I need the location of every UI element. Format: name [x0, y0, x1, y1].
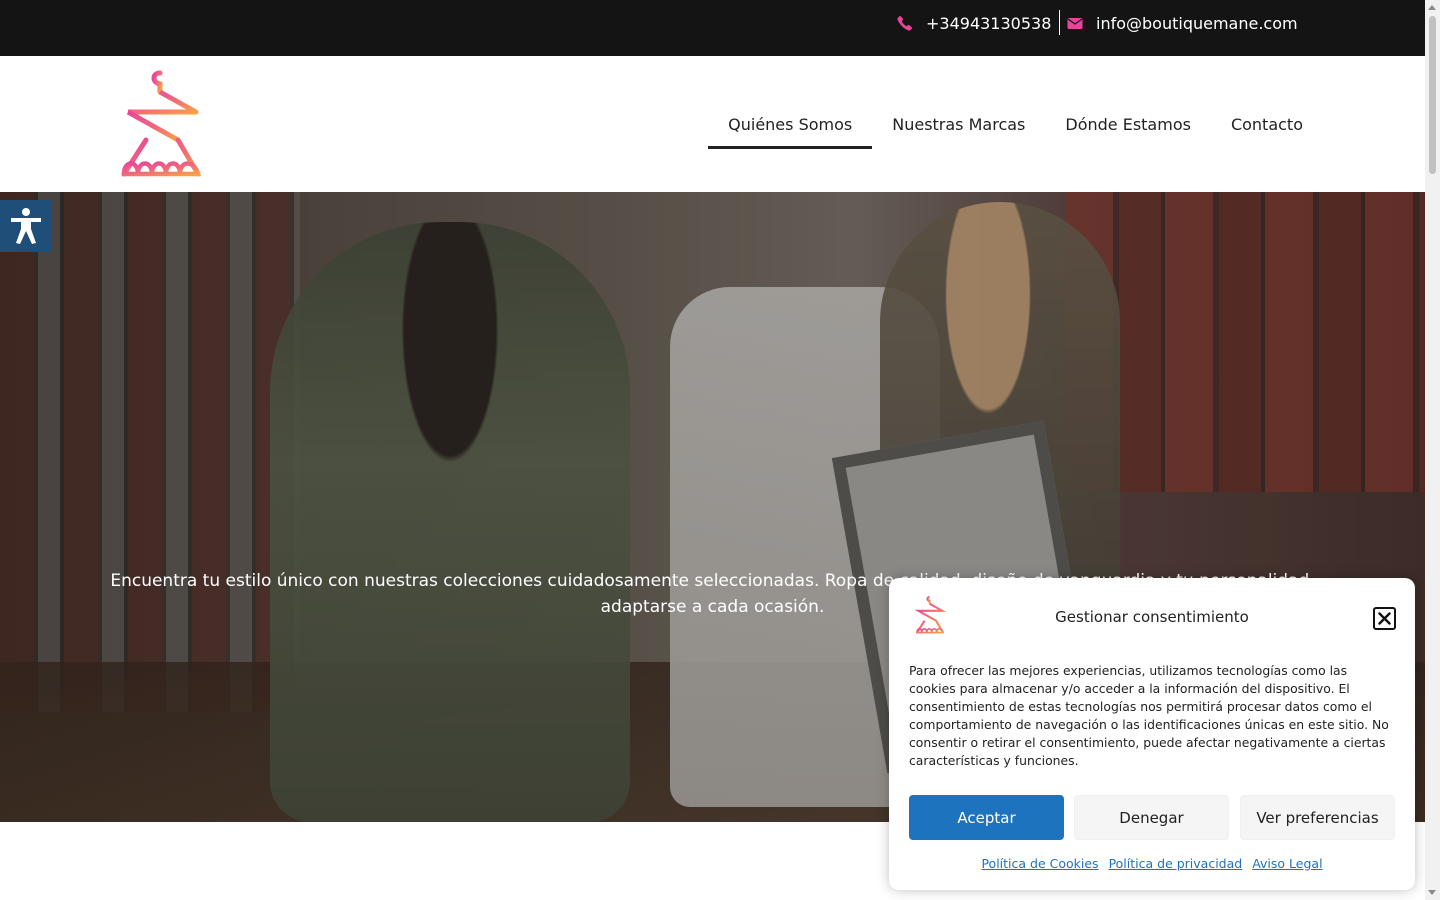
deny-button[interactable]: Denegar: [1074, 795, 1229, 840]
nav-nuestras-marcas[interactable]: Nuestras Marcas: [872, 56, 1045, 192]
main-navigation: Quiénes Somos Nuestras Marcas Dónde Esta…: [708, 56, 1323, 192]
scroll-up-arrow[interactable]: [1428, 5, 1436, 10]
phone-number[interactable]: +34943130538: [926, 14, 1051, 33]
phone-icon: [897, 15, 913, 31]
scroll-thumb[interactable]: [1429, 16, 1436, 174]
hanger-logo[interactable]: [116, 70, 206, 178]
accessibility-icon: [11, 208, 41, 244]
nav-contacto[interactable]: Contacto: [1211, 56, 1323, 192]
page-scrollbar[interactable]: [1425, 0, 1440, 900]
accessibility-button[interactable]: [0, 200, 52, 252]
scroll-down-arrow[interactable]: [1428, 890, 1436, 895]
site-header: Quiénes Somos Nuestras Marcas Dónde Esta…: [0, 56, 1425, 192]
nav-donde-estamos[interactable]: Dónde Estamos: [1045, 56, 1211, 192]
policy-links: Política de Cookies Política de privacid…: [889, 856, 1415, 871]
cookie-dialog-title: Gestionar consentimiento: [1055, 608, 1249, 626]
nav-quienes-somos[interactable]: Quiénes Somos: [708, 56, 873, 192]
privacy-policy-link[interactable]: Política de privacidad: [1109, 856, 1243, 871]
preferences-button[interactable]: Ver preferencias: [1240, 795, 1395, 840]
hanger-logo-small: [914, 596, 947, 634]
close-icon: [1378, 612, 1391, 625]
phone-contact[interactable]: +34943130538: [897, 0, 1051, 46]
cookie-policy-link[interactable]: Política de Cookies: [981, 856, 1098, 871]
cookie-dialog-message: Para ofrecer las mejores experiencias, u…: [909, 663, 1389, 768]
close-button[interactable]: [1373, 607, 1396, 630]
accept-button[interactable]: Aceptar: [909, 795, 1064, 840]
email-address[interactable]: info@boutiquemane.com: [1096, 14, 1298, 33]
email-contact[interactable]: info@boutiquemane.com: [1067, 0, 1298, 46]
contact-separator: [1059, 10, 1060, 35]
envelope-icon: [1067, 18, 1083, 29]
top-contact-bar: +34943130538 info@boutiquemane.com: [0, 0, 1425, 56]
cookie-consent-dialog: Gestionar consentimiento Para ofrecer la…: [889, 578, 1415, 890]
legal-notice-link[interactable]: Aviso Legal: [1252, 856, 1322, 871]
